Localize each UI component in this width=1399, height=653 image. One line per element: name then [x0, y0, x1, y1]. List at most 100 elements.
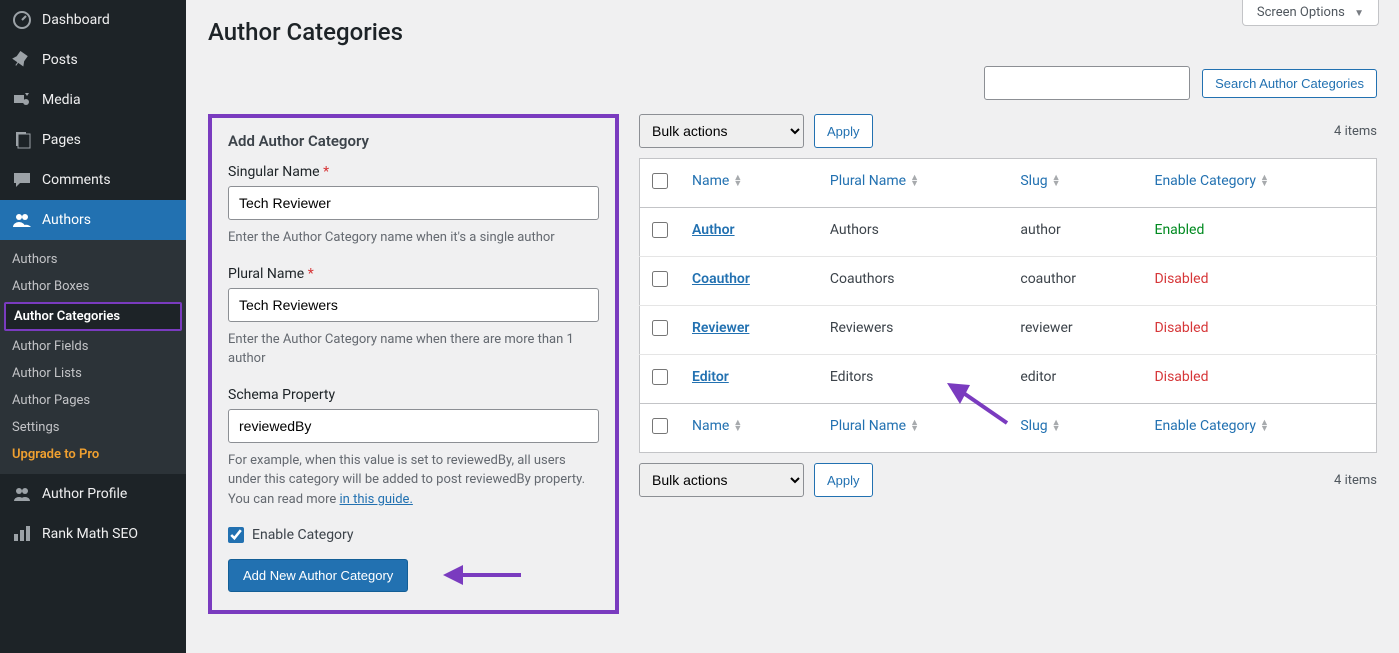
plural-name-input[interactable] [228, 288, 599, 322]
main-content: Screen Options ▼ Author Categories Searc… [186, 0, 1399, 653]
row-name-link[interactable]: Editor [692, 369, 729, 385]
col-plural-footer[interactable]: Plural Name▲▼ [818, 404, 1009, 453]
submenu-author-boxes[interactable]: Author Boxes [0, 273, 186, 300]
categories-table: Name▲▼ Plural Name▲▼ Slug▲▼ Enable Categ… [639, 158, 1377, 453]
form-heading: Add Author Category [228, 132, 599, 150]
col-name[interactable]: Name▲▼ [680, 159, 818, 208]
row-name-link[interactable]: Coauthor [692, 271, 750, 287]
pin-icon [12, 50, 32, 70]
enable-category-checkbox[interactable] [228, 527, 244, 543]
row-name-link[interactable]: Author [692, 222, 735, 238]
select-all-checkbox[interactable] [652, 173, 668, 189]
menu-pages[interactable]: Pages [0, 120, 186, 160]
col-slug-footer[interactable]: Slug▲▼ [1008, 404, 1142, 453]
row-status: Enabled [1142, 208, 1376, 257]
sort-icon: ▲▼ [1052, 420, 1061, 432]
bulk-actions-select-bottom[interactable]: Bulk actions [639, 463, 804, 497]
menu-label: Pages [42, 132, 81, 148]
schema-property-help: For example, when this value is set to r… [228, 451, 599, 510]
row-checkbox[interactable] [652, 320, 668, 336]
col-enable[interactable]: Enable Category▲▼ [1142, 159, 1376, 208]
add-new-category-button[interactable]: Add New Author Category [228, 559, 408, 592]
menu-label: Author Profile [42, 486, 127, 502]
menu-author-profile[interactable]: Author Profile [0, 474, 186, 514]
menu-media[interactable]: Media [0, 80, 186, 120]
sort-icon: ▲▼ [910, 175, 919, 187]
comment-icon [12, 170, 32, 190]
menu-comments[interactable]: Comments [0, 160, 186, 200]
table-row: Author Authors author Enabled [640, 208, 1377, 257]
singular-name-label: Singular Name * [228, 164, 599, 180]
schema-property-input[interactable] [228, 409, 599, 443]
profile-icon [12, 484, 32, 504]
select-all-checkbox-footer[interactable] [652, 418, 668, 434]
sort-icon: ▲▼ [733, 175, 742, 187]
row-slug: author [1008, 208, 1142, 257]
row-slug: reviewer [1008, 306, 1142, 355]
apply-button-top[interactable]: Apply [814, 114, 873, 148]
menu-label: Authors [42, 212, 91, 228]
menu-posts[interactable]: Posts [0, 40, 186, 80]
sort-icon: ▲▼ [1260, 420, 1269, 432]
add-category-form: Add Author Category Singular Name * Ente… [208, 114, 619, 614]
row-checkbox[interactable] [652, 271, 668, 287]
sort-icon: ▲▼ [1052, 175, 1061, 187]
submenu-authors: Authors Author Boxes Author Categories A… [0, 240, 186, 474]
singular-name-input[interactable] [228, 186, 599, 220]
search-input[interactable] [984, 66, 1190, 100]
sort-icon: ▲▼ [1260, 175, 1269, 187]
tablenav-top: Bulk actions Apply 4 items [639, 114, 1377, 148]
admin-sidebar: Dashboard Posts Media Pages Comments Aut… [0, 0, 186, 653]
row-slug: editor [1008, 355, 1142, 404]
page-title: Author Categories [208, 0, 1377, 66]
submenu-settings[interactable]: Settings [0, 414, 186, 441]
tablenav-bottom: Bulk actions Apply 4 items [639, 463, 1377, 497]
media-icon [12, 90, 32, 110]
submenu-author-fields[interactable]: Author Fields [0, 333, 186, 360]
singular-name-help: Enter the Author Category name when it's… [228, 228, 599, 248]
search-bar: Search Author Categories [208, 66, 1377, 100]
col-plural[interactable]: Plural Name▲▼ [818, 159, 1009, 208]
page-icon [12, 130, 32, 150]
schema-guide-link[interactable]: in this guide. [340, 492, 413, 507]
submenu-author-pages[interactable]: Author Pages [0, 387, 186, 414]
menu-dashboard[interactable]: Dashboard [0, 0, 186, 40]
screen-options-label: Screen Options [1257, 5, 1345, 20]
schema-property-label: Schema Property [228, 387, 599, 403]
submenu-authors-list[interactable]: Authors [0, 246, 186, 273]
submenu-upgrade[interactable]: Upgrade to Pro [0, 441, 186, 468]
table-row: Coauthor Coauthors coauthor Disabled [640, 257, 1377, 306]
bulk-actions-select[interactable]: Bulk actions [639, 114, 804, 148]
menu-label: Comments [42, 172, 111, 188]
search-button[interactable]: Search Author Categories [1202, 69, 1377, 98]
row-plural: Authors [818, 208, 1009, 257]
row-slug: coauthor [1008, 257, 1142, 306]
row-checkbox[interactable] [652, 222, 668, 238]
col-enable-footer[interactable]: Enable Category▲▼ [1142, 404, 1376, 453]
chevron-down-icon: ▼ [1354, 8, 1364, 19]
menu-authors[interactable]: Authors [0, 200, 186, 240]
menu-label: Dashboard [42, 12, 110, 28]
menu-rankmath[interactable]: Rank Math SEO [0, 514, 186, 554]
sort-icon: ▲▼ [733, 420, 742, 432]
categories-table-area: Bulk actions Apply 4 items Name▲▼ Plural… [639, 114, 1377, 497]
submenu-author-lists[interactable]: Author Lists [0, 360, 186, 387]
apply-button-bottom[interactable]: Apply [814, 463, 873, 497]
enable-category-label: Enable Category [252, 527, 354, 543]
col-name-footer[interactable]: Name▲▼ [680, 404, 818, 453]
plural-name-help: Enter the Author Category name when ther… [228, 330, 599, 369]
row-status: Disabled [1142, 355, 1376, 404]
screen-options-button[interactable]: Screen Options ▼ [1242, 0, 1379, 26]
submenu-author-categories[interactable]: Author Categories [4, 302, 182, 331]
sort-icon: ▲▼ [910, 420, 919, 432]
menu-label: Media [42, 92, 81, 108]
dashboard-icon [12, 10, 32, 30]
col-slug[interactable]: Slug▲▼ [1008, 159, 1142, 208]
row-name-link[interactable]: Reviewer [692, 320, 749, 336]
items-count-bottom: 4 items [1334, 473, 1377, 488]
menu-label: Posts [42, 52, 78, 68]
row-status: Disabled [1142, 306, 1376, 355]
row-checkbox[interactable] [652, 369, 668, 385]
items-count-top: 4 items [1334, 124, 1377, 139]
seo-icon [12, 524, 32, 544]
